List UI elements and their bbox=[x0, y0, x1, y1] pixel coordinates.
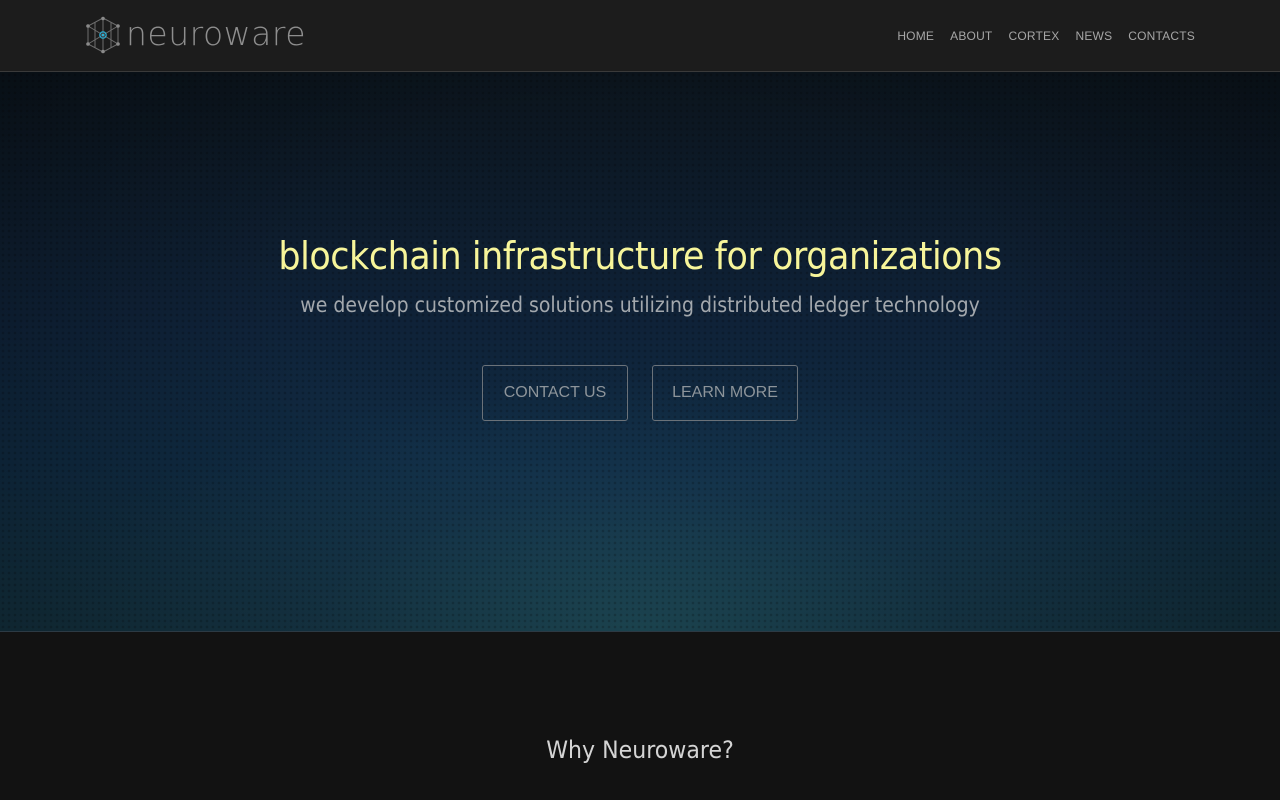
why-section-heading: Why Neuroware? bbox=[546, 736, 734, 764]
nav-cortex[interactable]: CORTEX bbox=[1008, 29, 1059, 43]
hero-subtitle: we develop customized solutions utilizin… bbox=[300, 293, 980, 317]
cube-network-icon bbox=[86, 16, 120, 54]
brand-name: neuroware bbox=[126, 13, 307, 53]
nav-about[interactable]: ABOUT bbox=[950, 29, 992, 43]
brand-logo-link[interactable]: neuroware bbox=[84, 14, 306, 56]
top-navbar: neuroware HOME ABOUT CORTEX NEWS CONTACT… bbox=[0, 0, 1280, 72]
hero-section: blockchain infrastructure for organizati… bbox=[0, 72, 1280, 632]
learn-more-button[interactable]: LEARN MORE bbox=[652, 365, 798, 421]
contact-us-button[interactable]: CONTACT US bbox=[482, 365, 628, 421]
nav-home[interactable]: HOME bbox=[897, 29, 934, 43]
nav-contacts[interactable]: CONTACTS bbox=[1128, 29, 1195, 43]
hero-title: blockchain infrastructure for organizati… bbox=[278, 234, 1002, 278]
main-nav: HOME ABOUT CORTEX NEWS CONTACTS bbox=[881, 0, 1195, 71]
nav-news[interactable]: NEWS bbox=[1075, 29, 1112, 43]
